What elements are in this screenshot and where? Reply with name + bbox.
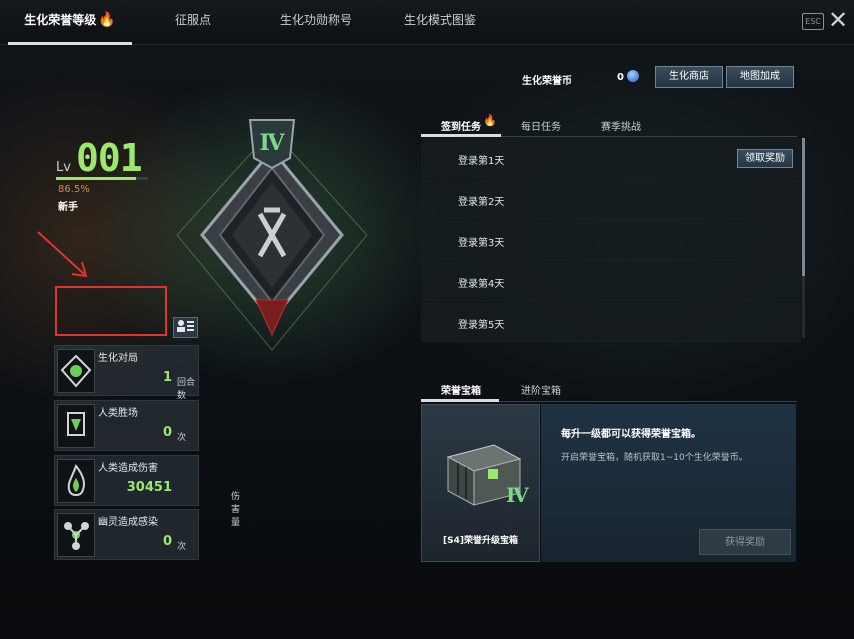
stat-card: 人类胜场 0 次 bbox=[54, 400, 199, 451]
get-reward-button[interactable]: 获得奖励 bbox=[699, 529, 791, 555]
scrollbar-thumb[interactable] bbox=[802, 138, 805, 276]
level-progress-text: 86.5% bbox=[58, 184, 90, 195]
active-tab-indicator bbox=[421, 134, 501, 137]
map-bonus-button[interactable]: 地图加成 bbox=[726, 66, 794, 88]
list-item: 登录第1天 领取奖励 bbox=[421, 138, 801, 178]
bio-shop-button[interactable]: 生化商店 bbox=[655, 66, 723, 88]
stat-value: 1 bbox=[162, 370, 172, 385]
stat-label: 幽灵造成感染 bbox=[98, 517, 158, 528]
victory-flag-icon bbox=[57, 404, 95, 448]
flame-icon bbox=[57, 459, 95, 503]
rank-badge: Ⅳ bbox=[176, 119, 368, 351]
tab-label: 生化荣誉等级 bbox=[24, 13, 97, 27]
level-progress-bar bbox=[56, 177, 148, 180]
stat-card: 生化对局 1 回合数 bbox=[54, 345, 199, 401]
list-item: 登录第2天 bbox=[421, 179, 801, 219]
tab-daily-tasks[interactable]: 每日任务 bbox=[521, 118, 561, 133]
chest-roman: Ⅳ bbox=[506, 483, 529, 507]
currency-label: 生化荣誉币 bbox=[522, 76, 572, 87]
tab-merit-titles[interactable]: 生化功勋称号 bbox=[264, 0, 368, 42]
hot-fire-icon: 🔥 bbox=[483, 114, 497, 127]
stat-label: 人类胜场 bbox=[98, 408, 138, 419]
checkin-day-label: 登录第3天 bbox=[458, 238, 505, 249]
list-item: 登录第5天 bbox=[421, 302, 801, 342]
chest-name: [S4]荣誉升级宝箱 bbox=[443, 536, 518, 546]
tab-honor-chest[interactable]: 荣誉宝箱 bbox=[441, 382, 481, 397]
stat-unit: 次 bbox=[177, 433, 187, 443]
chest-title: 每升一级都可以获得荣誉宝箱。 bbox=[561, 429, 701, 440]
highlight-box bbox=[55, 286, 167, 336]
level-progress-fill bbox=[56, 177, 136, 180]
gem-coin-icon bbox=[627, 70, 639, 82]
stat-card: 人类造成伤害 30451 伤害量 bbox=[54, 455, 240, 528]
rank-title: 新手 bbox=[58, 202, 78, 213]
badge-roman: Ⅳ bbox=[260, 130, 286, 156]
tab-checkin-tasks[interactable]: 签到任务🔥 bbox=[441, 114, 497, 133]
checkin-day-label: 登录第2天 bbox=[458, 197, 505, 208]
tab-season-challenge[interactable]: 赛季挑战 bbox=[601, 118, 641, 133]
stat-card: 幽灵造成感染 0 次 bbox=[54, 509, 199, 560]
checkin-day-label: 登录第5天 bbox=[458, 320, 505, 331]
tab-conquest-points[interactable]: 征服点 bbox=[150, 0, 236, 42]
stat-unit: 伤害量 bbox=[231, 492, 241, 528]
tab-label: 签到任务 bbox=[441, 122, 481, 133]
annotation-arrow-icon bbox=[37, 231, 88, 278]
infection-icon bbox=[57, 513, 95, 557]
tab-bio-encyclopedia[interactable]: 生化模式图鉴 bbox=[388, 0, 492, 42]
level-number: 001 bbox=[76, 136, 143, 180]
stat-unit: 次 bbox=[177, 542, 187, 552]
tab-bio-honor-level[interactable]: 生化荣誉等级 🔥 bbox=[8, 0, 132, 45]
checkin-day-label: 登录第1天 bbox=[458, 156, 505, 167]
list-item: 登录第4天 bbox=[421, 261, 801, 301]
chest-description: 开启荣誉宝箱，随机获取1~10个生化荣誉币。 bbox=[561, 453, 748, 463]
active-tab-indicator bbox=[421, 399, 499, 402]
stat-value: 0 bbox=[162, 534, 172, 549]
hot-fire-icon: 🔥 bbox=[98, 12, 116, 28]
claim-reward-button[interactable]: 领取奖励 bbox=[737, 149, 793, 168]
esc-key-hint[interactable]: ESC bbox=[802, 13, 824, 30]
close-icon[interactable]: ✕ bbox=[828, 6, 848, 34]
list-item: 登录第3天 bbox=[421, 220, 801, 260]
biohazard-emblem-icon bbox=[57, 349, 95, 393]
level-prefix: Lv bbox=[56, 160, 71, 175]
stat-label: 生化对局 bbox=[98, 353, 138, 364]
stat-unit: 回合数 bbox=[177, 378, 196, 401]
currency-value: 0 bbox=[617, 72, 624, 83]
tab-advanced-chest[interactable]: 进阶宝箱 bbox=[521, 382, 561, 397]
treasure-chest-icon bbox=[446, 444, 522, 506]
stat-label: 人类造成伤害 bbox=[98, 463, 158, 474]
stat-value: 30451 bbox=[126, 480, 172, 495]
stat-value: 0 bbox=[162, 425, 172, 440]
checkin-day-label: 登录第4天 bbox=[458, 279, 505, 290]
